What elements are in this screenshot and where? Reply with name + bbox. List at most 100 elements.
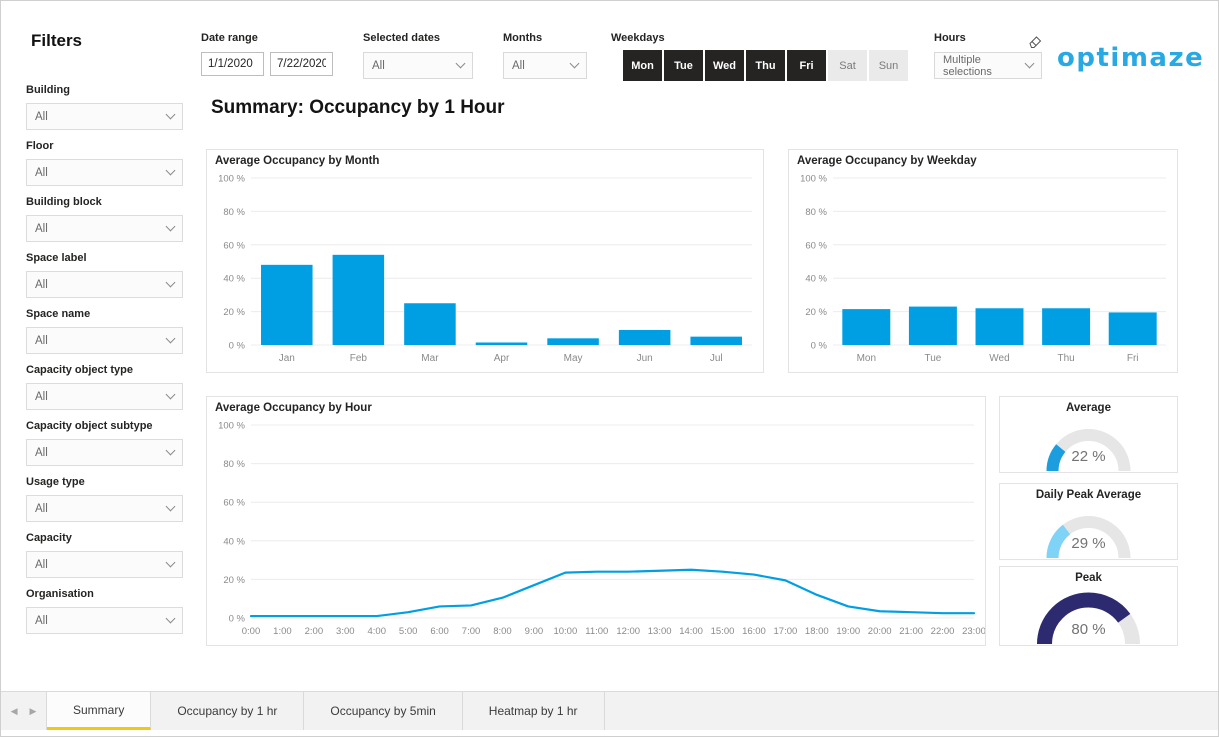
weekday-button-tue[interactable]: Tue	[664, 50, 703, 81]
svg-text:Jul: Jul	[710, 353, 723, 364]
hours-dropdown[interactable]: Multiple selections	[934, 52, 1042, 79]
hours-label: Hours	[934, 32, 966, 44]
chart-panel-occupancy-by-month[interactable]: Average Occupancy by Month 0 % 20 % 40 % 60…	[206, 149, 764, 373]
filters-panel-title: Filters	[31, 31, 83, 50]
chevron-down-icon	[165, 557, 176, 568]
chevron-down-icon	[165, 333, 176, 344]
filter-value: All	[35, 334, 48, 347]
weekday-button-sun[interactable]: Sun	[869, 50, 908, 81]
chart-title: Average Occupancy by Weekday	[797, 155, 977, 167]
selected-dates-dropdown[interactable]: All	[363, 52, 473, 79]
filter-label: Space name	[26, 308, 91, 320]
selected-dates-value: All	[372, 59, 385, 72]
filter-dropdown[interactable]: All	[26, 271, 183, 298]
weekday-button-group: Mon Tue Wed Thu Fri Sat Sun	[623, 50, 908, 81]
gauge-value: 80 %	[1071, 621, 1106, 638]
svg-text:16:00: 16:00	[742, 626, 766, 637]
svg-text:13:00: 13:00	[648, 626, 672, 637]
svg-text:Mar: Mar	[421, 353, 439, 364]
chart-panel-occupancy-by-hour[interactable]: Average Occupancy by Hour 0 % 20 % 40 % 60 …	[206, 396, 986, 646]
tab-scroll-arrows: ◀ ▶	[1, 692, 47, 730]
filter-dropdown[interactable]: All	[26, 159, 183, 186]
svg-text:Feb: Feb	[350, 353, 368, 364]
filter-group-building-block: Building block All	[26, 196, 183, 242]
filter-value: All	[35, 110, 48, 123]
svg-text:19:00: 19:00	[836, 626, 860, 637]
filter-value: All	[35, 614, 48, 627]
months-value: All	[512, 59, 525, 72]
weekday-button-fri[interactable]: Fri	[787, 50, 826, 81]
svg-text:2:00: 2:00	[305, 626, 324, 637]
filter-label: Capacity object type	[26, 364, 133, 376]
chart-title: Average Occupancy by Month	[215, 155, 380, 167]
svg-text:14:00: 14:00	[679, 626, 703, 637]
line-chart-hour: 0 % 20 % 40 % 60 % 80 % 100 % 0:00 1:00 2:00 3:00…	[207, 397, 985, 645]
filter-dropdown[interactable]: All	[26, 551, 183, 578]
filter-label: Organisation	[26, 588, 94, 600]
svg-text:40 %: 40 %	[805, 274, 827, 285]
svg-text:20 %: 20 %	[223, 575, 245, 586]
filter-dropdown[interactable]: All	[26, 327, 183, 354]
tab-summary[interactable]: Summary	[47, 692, 152, 730]
tab-heatmap-by-1-hr[interactable]: Heatmap by 1 hr	[463, 692, 605, 730]
weekday-button-mon[interactable]: Mon	[623, 50, 662, 81]
filter-label: Floor	[26, 140, 54, 152]
filter-group-building: Building All	[26, 84, 183, 130]
chevron-down-icon	[455, 58, 466, 69]
svg-text:Mon: Mon	[857, 353, 876, 364]
svg-text:10:00: 10:00	[553, 626, 577, 637]
filter-dropdown[interactable]: All	[26, 103, 183, 130]
filter-group-organisation: Organisation All	[26, 588, 183, 634]
filter-value: All	[35, 446, 48, 459]
svg-text:20:00: 20:00	[868, 626, 892, 637]
svg-text:15:00: 15:00	[711, 626, 735, 637]
tab-occupancy-by-1-hr[interactable]: Occupancy by 1 hr	[151, 692, 305, 730]
months-dropdown[interactable]: All	[503, 52, 587, 79]
chevron-down-icon	[569, 58, 580, 69]
chart-panel-occupancy-by-weekday[interactable]: Average Occupancy by Weekday 0 % 20 % 40 %…	[788, 149, 1178, 373]
svg-text:100 %: 100 %	[218, 421, 245, 432]
filter-value: All	[35, 166, 48, 179]
svg-text:40 %: 40 %	[223, 274, 245, 285]
gauge-card-peak[interactable]: Peak 80 %	[999, 566, 1178, 646]
filter-dropdown[interactable]: All	[26, 495, 183, 522]
svg-text:7:00: 7:00	[462, 626, 481, 637]
chevron-down-icon	[1024, 58, 1035, 69]
weekday-button-wed[interactable]: Wed	[705, 50, 744, 81]
chevron-down-icon	[165, 277, 176, 288]
filter-dropdown[interactable]: All	[26, 383, 183, 410]
svg-text:80 %: 80 %	[223, 459, 245, 470]
filter-label: Capacity	[26, 532, 72, 544]
svg-text:12:00: 12:00	[616, 626, 640, 637]
svg-text:80 %: 80 %	[223, 207, 245, 218]
svg-text:Wed: Wed	[989, 353, 1009, 364]
gauge-card-average[interactable]: Average 22 %	[999, 396, 1178, 473]
tab-occupancy-by-5min[interactable]: Occupancy by 5min	[304, 692, 463, 730]
date-range-start-input[interactable]	[201, 52, 264, 76]
filter-dropdown[interactable]: All	[26, 215, 183, 242]
filter-value: All	[35, 502, 48, 515]
svg-text:40 %: 40 %	[223, 536, 245, 547]
weekday-button-thu[interactable]: Thu	[746, 50, 785, 81]
filter-dropdown[interactable]: All	[26, 607, 183, 634]
weekday-button-sat[interactable]: Sat	[828, 50, 867, 81]
gauge-value: 29 %	[1071, 535, 1106, 552]
chevron-down-icon	[165, 221, 176, 232]
svg-text:May: May	[564, 353, 583, 364]
tab-scroll-right-icon[interactable]: ▶	[30, 706, 37, 717]
clear-filter-eraser-icon[interactable]	[1028, 34, 1043, 49]
filter-group-capacity-object-subtype: Capacity object subtype All	[26, 420, 183, 466]
filter-value: All	[35, 558, 48, 571]
filter-dropdown[interactable]: All	[26, 439, 183, 466]
gauge-card-daily-peak-average[interactable]: Daily Peak Average 29 %	[999, 483, 1178, 560]
svg-text:0 %: 0 %	[229, 614, 246, 625]
tab-scroll-left-icon[interactable]: ◀	[11, 706, 18, 717]
gauge-title: Average	[1066, 402, 1111, 414]
filter-label: Space label	[26, 252, 87, 264]
gauge-value: 22 %	[1071, 448, 1106, 465]
date-range-end-input[interactable]	[270, 52, 333, 76]
svg-text:22:00: 22:00	[931, 626, 955, 637]
filter-list: Building All Floor All Building block All Spac…	[26, 84, 183, 644]
chevron-down-icon	[165, 389, 176, 400]
svg-text:Tue: Tue	[924, 353, 941, 364]
